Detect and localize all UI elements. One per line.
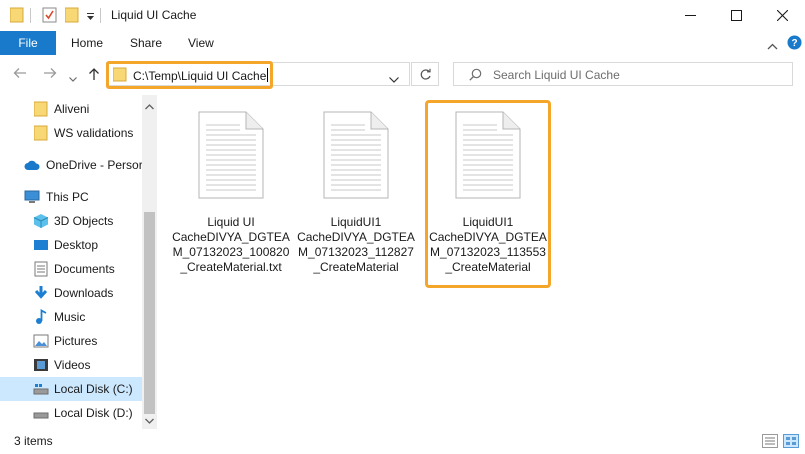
file-item[interactable]: Liquid UI CacheDIVYA_DGTEA M_07132023_10… [169,103,293,287]
sidebar-item-label: WS validations [54,126,134,140]
sidebar-item-label: Music [54,310,86,324]
divider [30,8,31,23]
sidebar-item-label: 3D Objects [54,214,114,228]
drive-icon [33,381,49,397]
tab-view[interactable]: View [188,36,214,50]
maximize-button[interactable] [713,0,759,31]
sidebar-item-label: Local Disk (D:) [54,406,133,420]
window-title: Liquid UI Cache [111,8,197,22]
refresh-icon [420,68,431,80]
file-name: LiquidUI1 CacheDIVYA_DGTEA M_07132023_11… [429,215,547,274]
minimize-button[interactable] [667,0,713,31]
close-icon [776,10,788,21]
folder-icon [9,7,24,26]
sidebar-item-onedrive[interactable]: OneDrive - Persor [0,153,142,177]
sidebar-item-label: Downloads [54,286,114,300]
ribbon: File Home Share View ? [0,31,805,55]
music-note-icon [33,308,49,325]
sidebar-item-local-disk-c[interactable]: Local Disk (C:) [0,377,142,401]
status-bar: 3 items [0,429,805,454]
item-count: 3 items [14,434,53,448]
sidebar-item-documents[interactable]: Documents [0,257,142,281]
properties-icon[interactable] [42,7,57,26]
drive-icon [33,405,49,421]
address-dropdown-icon[interactable] [389,72,399,86]
navigation-pane: Aliveni WS validations OneDrive - Persor… [0,95,157,429]
sidebar-item-videos[interactable]: Videos [0,353,142,377]
sidebar-item-label: Documents [54,262,115,276]
scroll-down-icon[interactable] [145,413,154,427]
up-arrow-icon[interactable] [88,67,100,84]
file-name: LiquidUI1 CacheDIVYA_DGTEA M_07132023_11… [297,215,415,274]
film-icon [33,357,49,373]
pictures-icon [33,333,49,349]
file-item[interactable]: LiquidUI1 CacheDIVYA_DGTEA M_07132023_11… [294,103,418,287]
recent-locations-icon[interactable] [69,71,77,85]
document-icon [455,111,521,202]
address-bar[interactable]: C:\Temp\Liquid UI Cache [106,62,410,86]
title-bar: Liquid UI Cache [0,0,805,31]
tab-home[interactable]: Home [71,36,103,50]
sidebar-item-aliveni[interactable]: Aliveni [0,97,142,121]
cube-icon [33,213,49,229]
sidebar-item-label: Pictures [54,334,98,348]
sidebar-item-this-pc[interactable]: This PC [0,185,142,209]
customize-toolbar-icon[interactable] [86,11,95,25]
sidebar-item-downloads[interactable]: Downloads [0,281,142,305]
tab-file[interactable]: File [0,31,56,55]
minimize-icon [684,14,696,16]
large-icons-view-icon[interactable] [783,434,799,448]
details-view-icon[interactable] [762,434,778,448]
file-name: Liquid UI CacheDIVYA_DGTEA M_07132023_10… [172,215,290,274]
sidebar-item-label: Desktop [54,238,99,252]
forward-arrow-icon[interactable] [43,67,57,82]
sidebar-scrollbar[interactable] [142,95,157,429]
folder-icon [33,101,50,117]
folder-icon [112,67,127,86]
folder-icon [33,125,50,141]
search-input[interactable]: Search Liquid UI Cache [493,68,620,82]
search-icon [469,68,482,84]
download-arrow-icon [33,285,49,301]
new-folder-icon[interactable] [64,7,79,26]
documents-icon [34,261,50,277]
back-arrow-icon[interactable] [13,67,27,82]
sidebar-item-local-disk-d[interactable]: Local Disk (D:) [0,401,142,425]
text-caret [267,68,269,82]
sidebar-item-label: This PC [46,190,89,204]
refresh-button[interactable] [411,62,439,86]
sidebar-item-desktop[interactable]: Desktop [0,233,142,257]
scroll-thumb[interactable] [144,212,155,414]
maximize-icon [730,10,742,21]
sidebar-item-label: Videos [54,358,91,372]
document-icon [323,111,389,202]
text-document-icon [198,111,264,202]
computer-icon [24,189,40,205]
file-item[interactable]: LiquidUI1 CacheDIVYA_DGTEA M_07132023_11… [426,103,550,287]
divider [100,8,101,23]
sidebar-item-music[interactable]: Music [0,305,142,329]
close-button[interactable] [759,0,805,31]
sidebar-item-label: OneDrive - Persor [46,158,142,172]
address-path: C:\Temp\Liquid UI Cache [133,69,267,83]
sidebar-item-pictures[interactable]: Pictures [0,329,142,353]
file-list: Liquid UI CacheDIVYA_DGTEA M_07132023_10… [157,95,805,429]
navigation-bar: C:\Temp\Liquid UI Cache Search Liquid UI… [0,55,805,95]
sidebar-item-3d-objects[interactable]: 3D Objects [0,209,142,233]
cloud-icon [24,159,40,175]
expand-ribbon-icon[interactable] [767,39,778,53]
sidebar-item-ws-validations[interactable]: WS validations [0,121,142,145]
tab-share[interactable]: Share [130,36,162,50]
desktop-icon [33,237,49,253]
help-icon[interactable]: ? [787,35,802,53]
sidebar-item-label: Local Disk (C:) [54,382,133,396]
search-box[interactable]: Search Liquid UI Cache [453,62,793,86]
svg-text:?: ? [791,38,797,49]
sidebar-item-label: Aliveni [54,102,90,116]
scroll-up-icon[interactable] [145,99,154,113]
